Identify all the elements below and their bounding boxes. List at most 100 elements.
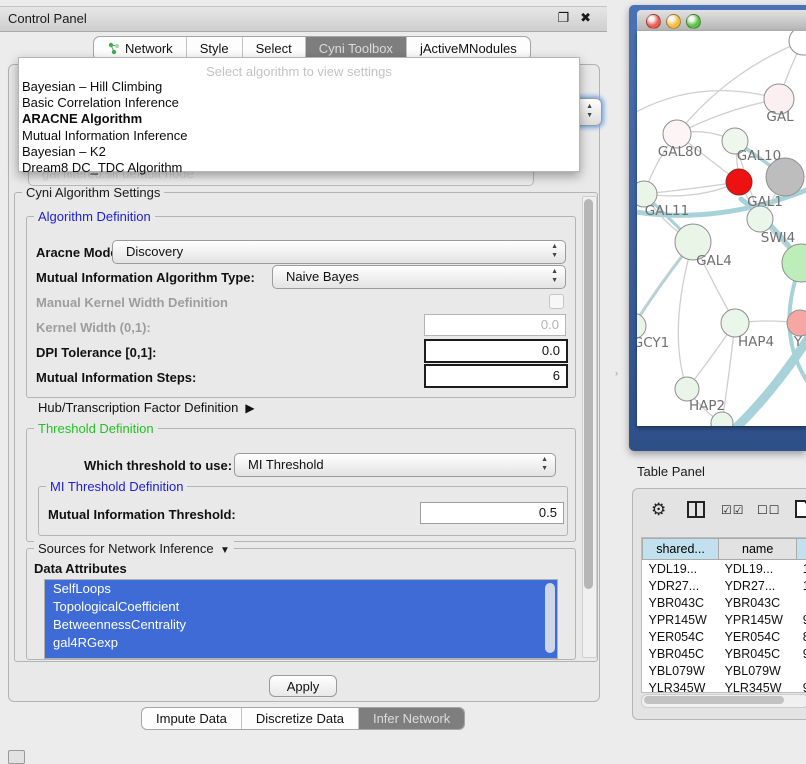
kernel-width-value: 0.0 xyxy=(541,317,559,332)
column-header-a[interactable]: A xyxy=(797,539,806,560)
settings-scrollbar[interactable] xyxy=(582,196,597,658)
mi-threshold-field[interactable]: 0.5 xyxy=(420,502,564,524)
table-cell: YBR045C xyxy=(719,645,797,662)
algorithm-definition-title: Algorithm Definition xyxy=(34,209,155,224)
dpi-tolerance-field[interactable]: 0.0 xyxy=(424,339,568,363)
unselect-all-columns-icon[interactable]: ☐☐ xyxy=(757,503,781,517)
data-attribute-item[interactable]: TopologicalCoefficient xyxy=(45,598,557,616)
mi-type-combobox[interactable]: Naive Bayes ▲▼ xyxy=(272,265,566,289)
node-top-partial[interactable] xyxy=(789,31,806,55)
split-columns-icon[interactable] xyxy=(687,501,705,518)
table-row[interactable]: YBL079WYBL079W xyxy=(643,662,806,679)
data-attribute-item[interactable]: BetweennessCentrality xyxy=(45,616,557,634)
data-attributes-label: Data Attributes xyxy=(34,561,127,576)
aracne-mode-combobox[interactable]: Discovery ▲▼ xyxy=(112,240,566,264)
manual-kernel-checkbox[interactable] xyxy=(549,294,564,309)
panel-divider-grip[interactable]: › xyxy=(615,368,618,378)
attributes-list-scrollbar[interactable] xyxy=(545,583,555,653)
network-icon xyxy=(107,42,120,55)
algorithm-option[interactable]: Dream8 DC_TDC Algorithm xyxy=(19,160,579,176)
algorithm-dropdown-items: Bayesian – Hill ClimbingBasic Correlatio… xyxy=(19,79,579,176)
zoom-traffic-light[interactable] xyxy=(686,14,701,29)
table-cell: 13 xyxy=(797,560,806,578)
select-all-columns-icon[interactable]: ☑☑ xyxy=(721,503,745,517)
algorithm-option[interactable]: Basic Correlation Inference xyxy=(19,95,579,111)
network-view-window: GALGAL80GAL10GAL1GAL11SWI4GAL4GCY1HAP4YH… xyxy=(629,5,806,451)
table-cell xyxy=(797,594,806,611)
table-panel-window: ⚙ ☑☑ ☐☐ shared...nameAYDL19...YDL19...13… xyxy=(632,488,806,720)
table-cell: YBR043C xyxy=(719,594,797,611)
import-table-icon[interactable] xyxy=(795,500,806,518)
mi-threshold-group-title: MI Threshold Definition xyxy=(46,479,187,494)
node-selected-red[interactable] xyxy=(726,169,752,195)
table-row[interactable]: YDL19...YDL19...13 xyxy=(643,560,806,578)
table-row[interactable]: YDR27...YDR27...12 xyxy=(643,577,806,594)
tab-impute-data[interactable]: Impute Data xyxy=(142,708,242,729)
algorithm-option[interactable]: Bayesian – Hill Climbing xyxy=(19,79,579,95)
table-cell: YDL19... xyxy=(719,560,797,578)
which-threshold-label: Which threshold to use: xyxy=(84,458,232,473)
table-row[interactable]: YLR345WYLR345W9. xyxy=(643,679,806,693)
sources-group-title-text: Sources for Network Inference xyxy=(38,541,214,556)
table-row[interactable]: YPR145WYPR145W9. xyxy=(643,611,806,628)
close-traffic-light[interactable] xyxy=(646,14,661,29)
dpi-tolerance-label: DPI Tolerance [0,1]: xyxy=(36,345,156,360)
mi-steps-value: 6 xyxy=(553,368,560,383)
network-edge[interactable] xyxy=(678,242,693,389)
combo-arrows-icon: ▲▼ xyxy=(541,455,548,473)
combo-arrows-icon: ▲▼ xyxy=(586,102,593,120)
table-cell: YBL079W xyxy=(719,662,797,679)
table-cell: YPR145W xyxy=(719,611,797,628)
node-swi4-green[interactable] xyxy=(782,244,806,282)
table-row[interactable]: YER054CYER054C8. xyxy=(643,628,806,645)
float-window-icon[interactable]: ❐ xyxy=(557,10,569,26)
algorithm-option[interactable]: ARACNE Algorithm xyxy=(19,111,579,127)
table-cell: YDR27... xyxy=(719,577,797,594)
gear-icon[interactable]: ⚙ xyxy=(651,500,666,520)
node-bottom[interactable] xyxy=(711,412,733,426)
tab-label: Network xyxy=(125,41,173,56)
tab-label: Cyni Toolbox xyxy=(319,41,393,56)
aracne-mode-label: Aracne Mode: xyxy=(36,245,122,260)
node-hap4[interactable] xyxy=(721,309,749,337)
mi-steps-label: Mutual Information Steps: xyxy=(36,370,196,385)
threshold-definition-title: Threshold Definition xyxy=(34,421,158,436)
manual-kernel-label: Manual Kernel Width Definition xyxy=(36,295,228,310)
hub-definition-toggle[interactable]: Hub/Transcription Factor Definition ▶ xyxy=(38,400,255,415)
column-header-shared-[interactable]: shared... xyxy=(643,539,719,560)
table-horizontal-scrollbar[interactable] xyxy=(641,694,806,708)
hub-definition-label: Hub/Transcription Factor Definition xyxy=(38,400,238,415)
mi-threshold-label: Mutual Information Threshold: xyxy=(48,507,236,522)
node-table[interactable]: shared...nameAYDL19...YDL19...13YDR27...… xyxy=(641,537,806,693)
which-threshold-combobox[interactable]: MI Threshold ▲▼ xyxy=(234,453,556,477)
data-attribute-item[interactable]: gal4RGexp xyxy=(45,634,557,652)
data-attributes-list[interactable]: SelfLoopsTopologicalCoefficientBetweenne… xyxy=(44,579,558,659)
column-header-name[interactable]: name xyxy=(719,539,797,560)
table-row[interactable]: YBR043CYBR043C xyxy=(643,594,806,611)
network-graph: GALGAL80GAL10GAL1GAL11SWI4GAL4GCY1HAP4YH… xyxy=(637,31,806,426)
minimize-traffic-light[interactable] xyxy=(666,14,681,29)
expand-right-icon: ▶ xyxy=(242,401,255,415)
table-row[interactable]: YBR045CYBR045C9. xyxy=(643,645,806,662)
algorithm-option[interactable]: Mutual Information Inference xyxy=(19,128,579,144)
table-cell: 9. xyxy=(797,679,806,693)
apply-button[interactable]: Apply xyxy=(269,675,337,697)
table-cell: YBL079W xyxy=(643,662,719,679)
close-window-icon[interactable]: ✖ xyxy=(580,10,591,26)
node-label-gal1: GAL1 xyxy=(747,194,783,210)
data-attribute-item[interactable]: SelfLoops xyxy=(45,580,557,598)
tab-discretize-data[interactable]: Discretize Data xyxy=(242,708,359,729)
settings-group-title: Cyni Algorithm Settings xyxy=(22,185,164,200)
sources-group-title[interactable]: Sources for Network Inference ▼ xyxy=(34,541,234,556)
algorithm-option[interactable]: Bayesian – K2 xyxy=(19,144,579,160)
table-cell: YBR045C xyxy=(643,645,719,662)
tab-label: Select xyxy=(256,41,292,56)
network-window-titlebar[interactable] xyxy=(637,10,806,32)
table-cell: YBR043C xyxy=(643,594,719,611)
combo-arrows-icon: ▲▼ xyxy=(551,242,558,260)
mi-steps-field[interactable]: 6 xyxy=(424,364,568,388)
control-panel-title: Control Panel xyxy=(8,11,87,26)
tab-infer-network[interactable]: Infer Network xyxy=(359,708,464,729)
kernel-width-field[interactable]: 0.0 xyxy=(424,314,566,336)
network-canvas[interactable]: GALGAL80GAL10GAL1GAL11SWI4GAL4GCY1HAP4YH… xyxy=(637,31,806,426)
